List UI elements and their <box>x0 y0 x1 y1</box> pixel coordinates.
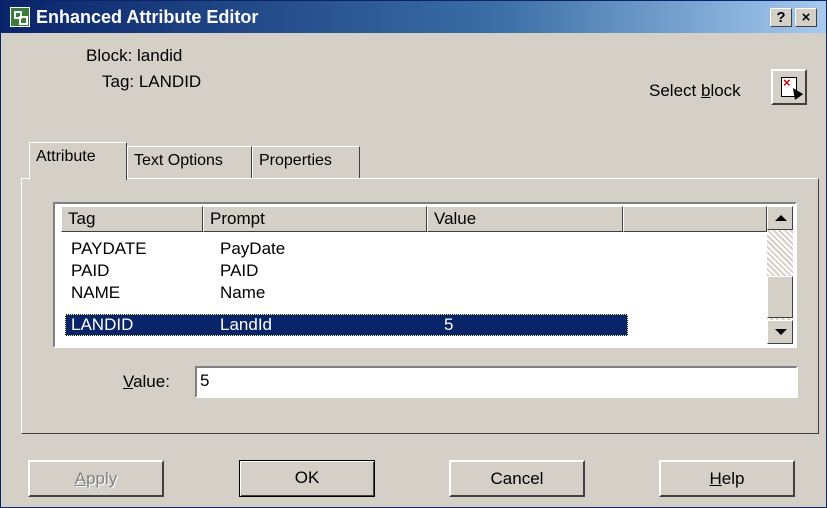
column-header-tag[interactable]: Tag <box>61 206 203 232</box>
row-prompt: PAID <box>220 261 259 280</box>
select-block-button[interactable]: × <box>771 69 807 105</box>
window-title: Enhanced Attribute Editor <box>36 7 259 27</box>
block-name-label: Block: landid <box>86 46 183 65</box>
ok-button[interactable]: OK <box>239 460 375 497</box>
row-tag: PAYDATE <box>71 239 147 258</box>
row-prompt: LandId <box>220 315 272 334</box>
column-header-value[interactable]: Value <box>427 206 623 232</box>
scroll-thumb[interactable] <box>767 276 793 318</box>
column-header-blank <box>623 206 767 232</box>
tab-attribute[interactable]: Attribute <box>29 142 127 180</box>
table-row-selected[interactable]: LANDID LandId 5 <box>65 314 628 336</box>
scroll-down-button[interactable] <box>767 320 793 344</box>
tag-name-label: Tag: LANDID <box>102 72 202 91</box>
row-tag: PAID <box>71 261 110 280</box>
table-row[interactable]: NAME Name <box>65 282 628 304</box>
app-icon <box>10 7 30 27</box>
column-header-prompt[interactable]: Prompt <box>203 206 427 232</box>
scroll-up-button[interactable] <box>767 206 793 230</box>
help-title-button[interactable]: ? <box>770 8 792 27</box>
close-button[interactable]: × <box>795 8 817 27</box>
apply-button[interactable]: Apply <box>28 460 164 497</box>
select-block-icon-mark: × <box>783 75 791 90</box>
value-label: Value: <box>123 372 170 391</box>
value-input[interactable]: 5 <box>195 366 798 398</box>
row-tag: NAME <box>71 283 121 302</box>
vertical-scrollbar[interactable] <box>767 206 793 344</box>
tab-text-options[interactable]: Text Options <box>127 146 252 178</box>
attribute-editor-dialog: Enhanced Attribute Editor ? × Block: lan… <box>0 0 827 508</box>
row-prompt: Name <box>220 283 266 302</box>
table-row[interactable]: PAYDATE PayDate <box>65 238 628 260</box>
select-block-label: Select block <box>649 81 741 100</box>
attribute-list[interactable]: Tag Prompt Value PAYDATE PayDate PAID PA… <box>53 202 797 348</box>
help-button[interactable]: Help <box>659 460 795 497</box>
arrow-up-icon <box>775 215 787 221</box>
table-row[interactable]: PAID PAID <box>65 260 628 282</box>
tab-properties[interactable]: Properties <box>252 146 360 178</box>
cancel-button[interactable]: Cancel <box>449 460 585 497</box>
row-prompt: PayDate <box>220 239 286 258</box>
row-tag: LANDID <box>71 315 134 334</box>
arrow-down-icon <box>775 329 787 335</box>
title-bar[interactable]: Enhanced Attribute Editor ? × <box>1 1 826 33</box>
row-value: 5 <box>444 315 454 334</box>
